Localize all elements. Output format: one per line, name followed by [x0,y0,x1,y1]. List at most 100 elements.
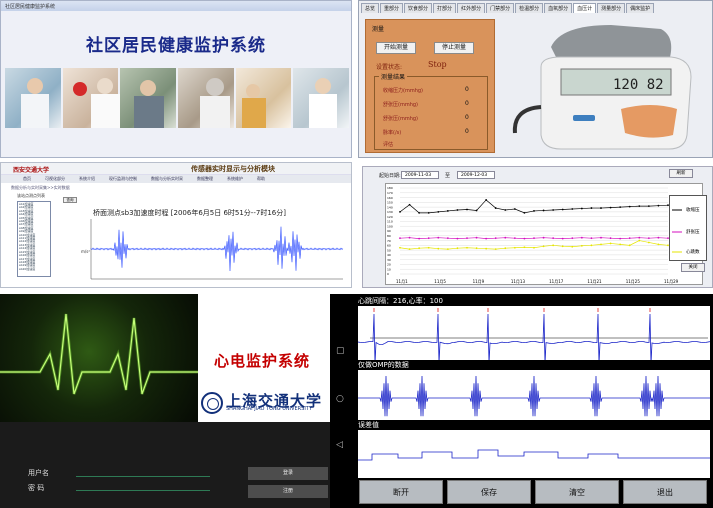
diastolic-series-point [609,237,612,240]
heartrate-series-point [647,241,650,244]
tab-item[interactable]: 总览 [361,3,380,13]
start-measure-button[interactable]: 开始测量 [376,42,416,54]
systolic-series-point [600,207,602,209]
sensor-list-item[interactable]: sb20加速度 [19,267,49,271]
results-group: 测量结果 收缩压力(mmhg) 0 舒张压(mmhg) 0 舒张压(mmhg) … [374,72,488,150]
password-field[interactable] [76,490,210,491]
systolic-series-point [494,207,497,209]
systolic-series-point [552,209,555,211]
recent-apps-icon[interactable]: ▢ [336,346,345,356]
site-logo: 西安交通大学 [13,167,50,174]
tab-item[interactable]: 饮食部分 [404,3,433,13]
error-title: 误差值 [358,421,379,429]
y-tick-label: 130 [387,210,393,214]
refresh-button[interactable]: 刷新 [669,169,693,178]
result-label: 收缩压力(mmhg) [383,88,423,94]
result-label: 舒张压(mmhg) [383,102,418,108]
heartbeat-info: 心跳间隔：216,心率：100 [358,297,443,305]
nav-link[interactable]: 帮助 [257,175,265,183]
systolic-series-point [638,205,641,208]
android-nav-bar: ▢ ○ ◁ [330,294,352,508]
ecg-login-screen: 心电监护系统 上海交通大学 SHANGHAI JIAO TONG UNIVERS… [0,294,352,508]
clear-button[interactable]: 清空 [535,480,619,504]
page-title: 传感器实时显示与分析模块 [191,165,275,173]
y-tick-label: 60 [387,244,391,248]
tab-item[interactable]: 打部分 [433,3,457,13]
legend-systolic: 收缩压 [686,208,700,213]
save-button[interactable]: 保存 [447,480,531,504]
error-waveform [358,449,710,461]
heartrate-series-point [619,243,622,246]
heartrate-series-point [494,248,497,251]
legend-swatches [672,209,682,253]
diastolic-series-point [466,237,468,240]
sensor-listbox[interactable]: sb1加速度 sb2加速度 sb3加速度 sb4加速度 sb5加速度 sb6加速度 sb7加… [17,201,51,277]
stop-measure-button[interactable]: 停止测量 [434,42,474,54]
status-value: Stop [428,60,447,69]
window-titlebar: 社区居民健康监护系统 [1,1,351,11]
result-label: 脉率(/s) [383,130,402,136]
tab-item[interactable]: 检温部分 [515,3,544,13]
register-button[interactable]: 注册 [248,485,328,498]
heartrate-series-point [590,244,593,247]
diastolic-series-point [542,236,545,239]
tab-item[interactable]: 重部分 [380,3,404,13]
nav-link[interactable]: 可视化部分 [45,175,65,183]
diastolic-series-point [418,237,421,240]
tab-item[interactable]: 测量部分 [597,3,626,13]
login-button[interactable]: 登录 [248,467,328,480]
tab-item[interactable]: 红外部分 [457,3,486,13]
photo-strip [5,68,350,128]
close-button[interactable]: 关闭 [681,263,705,272]
trend-chart-window: 起始日期: 2009-11-03 至 2009-12-03 刷新 180 170 1… [362,166,713,288]
exit-button[interactable]: 退出 [623,480,707,504]
heartrate-series-point [600,243,602,246]
heartrate-series-point [561,245,564,248]
back-icon[interactable]: ◁ [336,440,343,450]
diastolic-series-point [399,237,401,240]
photo-checkup [62,68,121,128]
systolic-series-point [466,208,468,211]
tab-item[interactable]: 血压计 [573,3,597,13]
home-icon[interactable]: ○ [336,394,344,404]
result-label: 评估 [383,142,394,148]
ecg-hero-image [0,294,198,422]
heartrate-series-point [475,247,478,250]
diastolic-series-point [600,236,602,239]
heartrate-series-point [446,248,449,251]
heartrate-series-point [466,246,468,249]
tab-item[interactable]: 血氧部分 [544,3,573,13]
nav-link[interactable]: 首页 [23,175,31,183]
heartrate-series-point [418,247,421,250]
username-field[interactable] [76,476,210,477]
x-tick-label: 11月21 [587,279,602,284]
systolic-series-point [619,206,622,209]
heartrate-series-point [408,248,411,251]
x-tick-label: 11月13 [511,279,526,284]
y-tick-label: 100 [387,224,393,228]
photo-elderly [120,68,177,128]
nav-link[interactable]: 数据与分析实时采 [151,175,183,183]
nav-link[interactable]: 现行监测与控制 [109,175,137,183]
tab-item[interactable]: 偶床监护 [626,3,655,13]
username-label: 用户名 [28,469,49,477]
community-health-window: 社区居民健康监护系统 社区居民健康监护系统 [0,0,352,158]
nav-link[interactable]: 数据整理 [197,175,213,183]
diastolic-series-point [628,237,631,240]
systolic-series-point [456,209,459,211]
query-button[interactable]: 查询 [63,197,77,203]
diastolic-series-point [647,237,650,240]
disconnect-button[interactable]: 断开 [359,480,443,504]
diastolic-series-point [571,237,574,240]
heartrate-series-point [552,244,555,247]
nav-link[interactable]: 系统维护 [227,175,243,183]
tab-item[interactable]: 门禁部分 [486,3,515,13]
heartrate-series-point [504,247,507,250]
end-date-field[interactable]: 2009-12-03 [457,171,495,179]
systolic-series-point [590,207,593,209]
heartrate-series-point [399,246,401,249]
start-date-field[interactable]: 2009-11-03 [401,171,439,179]
omp-data-title: 仅做OMP的数据 [358,361,409,369]
nav-link[interactable]: 系统介绍 [79,175,95,183]
x-tick-label: 11月17 [549,279,564,284]
